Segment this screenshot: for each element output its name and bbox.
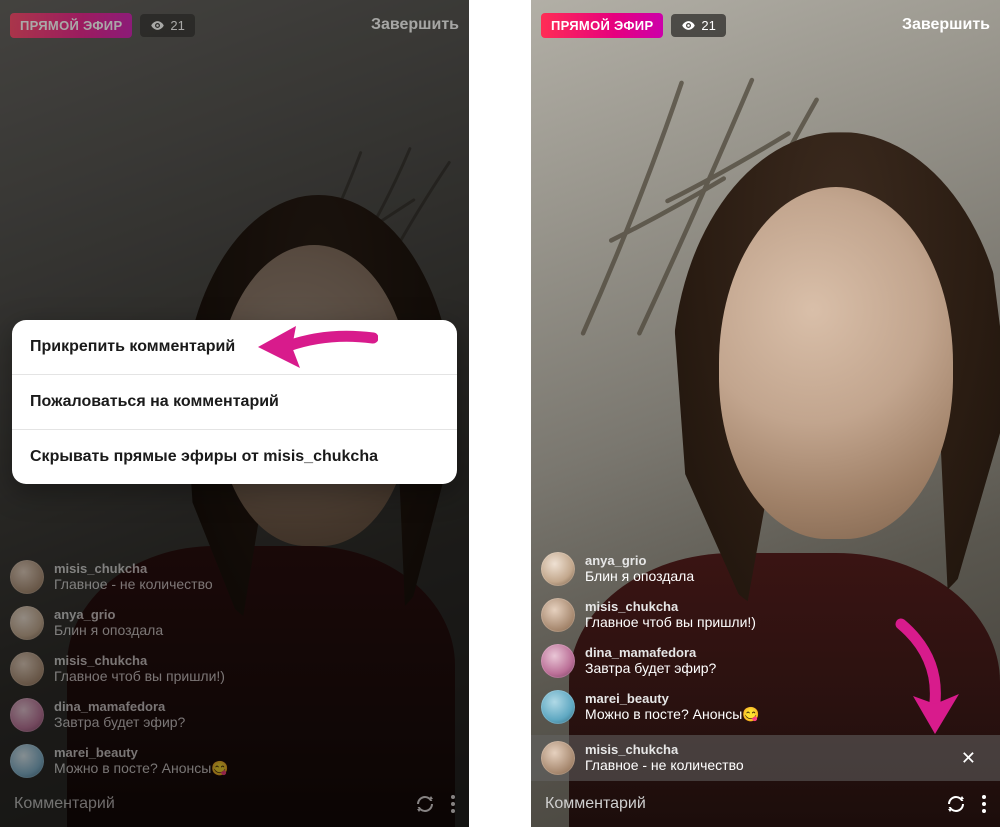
end-live-button[interactable]: Завершить <box>902 16 990 34</box>
comment-row[interactable]: misis_chukcha Главное - не количество <box>10 557 469 597</box>
bottom-bar: Комментарий <box>531 781 1000 827</box>
comment-row[interactable]: marei_beauty Можно в посте? Анонсы😋 <box>541 687 1000 727</box>
comment-username: misis_chukcha <box>585 742 744 758</box>
comment-input[interactable]: Комментарий <box>545 795 930 813</box>
comment-text: Блин я опоздала <box>585 568 694 585</box>
comment-text: Главное - не количество <box>585 757 744 774</box>
camera-switch-icon[interactable] <box>413 792 437 816</box>
avatar <box>10 652 44 686</box>
comment-row[interactable]: dina_mamafedora Завтра будет эфир? <box>10 695 469 735</box>
comment-text: Главное - не количество <box>54 576 213 593</box>
comment-username: anya_grio <box>54 607 163 623</box>
end-live-button[interactable]: Завершить <box>371 16 459 34</box>
comment-row[interactable]: misis_chukcha Главное чтоб вы пришли!) <box>541 595 1000 635</box>
avatar <box>541 690 575 724</box>
comment-text: Блин я опоздала <box>54 622 163 639</box>
eye-icon <box>150 18 165 33</box>
comment-username: anya_grio <box>585 553 694 569</box>
avatar <box>10 744 44 778</box>
bottom-bar: Комментарий <box>0 781 469 827</box>
eye-icon <box>681 18 696 33</box>
live-badge: ПРЯМОЙ ЭФИР <box>541 13 663 38</box>
avatar <box>10 606 44 640</box>
phone-screen-right: ПРЯМОЙ ЭФИР 21 Завершить anya_grio Блин … <box>531 0 1000 827</box>
live-badge: ПРЯМОЙ ЭФИР <box>10 13 132 38</box>
viewer-count-value: 21 <box>170 18 184 33</box>
viewer-count-badge: 21 <box>671 14 725 37</box>
comment-row[interactable]: misis_chukcha Главное чтоб вы пришли!) <box>10 649 469 689</box>
more-options-icon[interactable] <box>982 795 986 813</box>
pinned-comment[interactable]: misis_chukcha Главное - не количество ✕ <box>531 735 1000 781</box>
comment-row[interactable]: anya_grio Блин я опоздала <box>10 603 469 643</box>
comment-row[interactable]: marei_beauty Можно в посте? Анонсы😋 <box>10 741 469 781</box>
avatar <box>10 560 44 594</box>
comment-username: misis_chukcha <box>585 599 756 615</box>
close-icon[interactable]: ✕ <box>961 748 976 769</box>
avatar <box>541 644 575 678</box>
avatar <box>541 552 575 586</box>
screenshot-stage: ПРЯМОЙ ЭФИР 21 Завершить misis_chukcha Г… <box>0 0 1000 827</box>
action-hide-lives[interactable]: Скрывать прямые эфиры от misis_chukcha <box>12 430 457 484</box>
more-options-icon[interactable] <box>451 795 455 813</box>
viewer-count-value: 21 <box>701 18 715 33</box>
comment-text: Главное чтоб вы пришли!) <box>585 614 756 631</box>
topbar: ПРЯМОЙ ЭФИР 21 Завершить <box>10 10 459 40</box>
comment-text: Завтра будет эфир? <box>54 714 185 731</box>
comment-username: marei_beauty <box>585 691 760 707</box>
action-report-comment[interactable]: Пожаловаться на комментарий <box>12 375 457 430</box>
phone-screen-left: ПРЯМОЙ ЭФИР 21 Завершить misis_chukcha Г… <box>0 0 469 827</box>
comment-text: Можно в посте? Анонсы😋 <box>585 706 760 723</box>
comment-row[interactable]: anya_grio Блин я опоздала <box>541 549 1000 589</box>
comment-username: misis_chukcha <box>54 653 225 669</box>
comment-input[interactable]: Комментарий <box>14 795 399 813</box>
avatar <box>541 741 575 775</box>
comment-username: dina_mamafedora <box>54 699 185 715</box>
topbar: ПРЯМОЙ ЭФИР 21 Завершить <box>541 10 990 40</box>
viewer-count-badge: 21 <box>140 14 194 37</box>
comments-feed[interactable]: anya_grio Блин я опоздала misis_chukcha … <box>531 549 1000 781</box>
comment-username: misis_chukcha <box>54 561 213 577</box>
comments-feed[interactable]: misis_chukcha Главное - не количество an… <box>0 557 469 781</box>
comment-row[interactable]: dina_mamafedora Завтра будет эфир? <box>541 641 1000 681</box>
camera-switch-icon[interactable] <box>944 792 968 816</box>
avatar <box>541 598 575 632</box>
comment-username: marei_beauty <box>54 745 229 761</box>
action-pin-comment[interactable]: Прикрепить комментарий <box>12 320 457 375</box>
comment-text: Можно в посте? Анонсы😋 <box>54 760 229 777</box>
comment-text: Главное чтоб вы пришли!) <box>54 668 225 685</box>
avatar <box>10 698 44 732</box>
comment-text: Завтра будет эфир? <box>585 660 716 677</box>
comment-username: dina_mamafedora <box>585 645 716 661</box>
comment-action-sheet: Прикрепить комментарий Пожаловаться на к… <box>12 320 457 484</box>
